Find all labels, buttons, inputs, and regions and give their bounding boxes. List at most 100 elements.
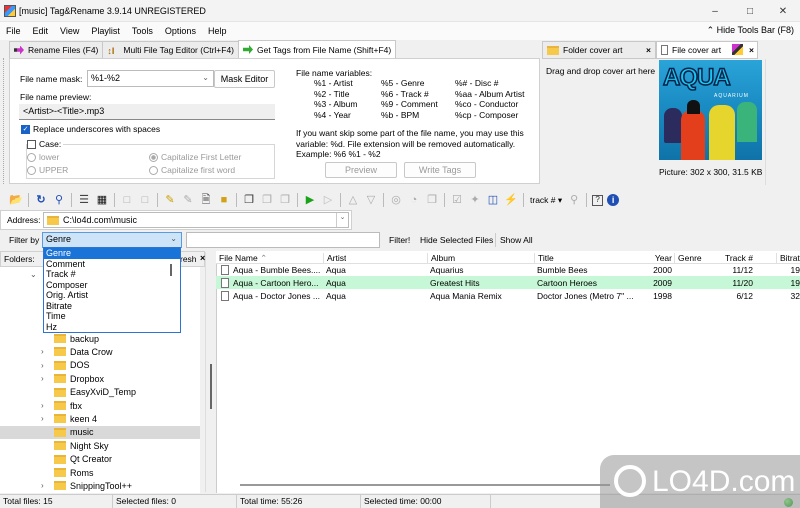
paste-icon[interactable]: ❐ bbox=[278, 193, 292, 207]
maximize-button[interactable]: □ bbox=[735, 0, 765, 22]
chevron-down-icon[interactable]: ⌄ bbox=[336, 213, 348, 227]
file-name-mask-select[interactable]: %1-%2 ⌄ bbox=[87, 70, 214, 87]
find-icon[interactable]: ⚲ bbox=[567, 193, 581, 207]
dropdown-option[interactable]: Composer bbox=[44, 280, 180, 291]
filter-button[interactable]: Filter! bbox=[389, 235, 410, 245]
checklist-icon[interactable]: ☑ bbox=[450, 193, 464, 207]
info-icon[interactable]: i bbox=[607, 194, 620, 206]
dropdown-option[interactable]: Genre bbox=[44, 248, 180, 259]
hide-tools-bar-button[interactable]: ⌃ Hide Tools Bar (F8) bbox=[707, 25, 794, 36]
copy-icon[interactable]: ❐ bbox=[242, 193, 256, 207]
folder-tree-item[interactable]: › DOS bbox=[41, 359, 90, 372]
image-edit-icon[interactable] bbox=[732, 44, 743, 55]
folder-up-icon[interactable]: □ bbox=[120, 193, 134, 207]
chevron-right-icon[interactable]: › bbox=[41, 347, 44, 356]
preview-button[interactable]: Preview bbox=[325, 162, 397, 178]
show-all-button[interactable]: Show All bbox=[500, 235, 533, 245]
menu-view[interactable]: View bbox=[54, 26, 85, 36]
folder-scrollbar[interactable] bbox=[205, 252, 215, 492]
auto-tag-icon[interactable]: ✦ bbox=[468, 193, 482, 207]
close-icon[interactable]: × bbox=[646, 45, 651, 55]
menu-tools[interactable]: Tools bbox=[126, 26, 159, 36]
tab-rename-files[interactable]: Rename Files (F4) bbox=[9, 41, 104, 58]
folder-tree-item[interactable]: › fbx bbox=[41, 399, 82, 412]
open-folder-icon[interactable]: 📂 bbox=[9, 193, 23, 207]
file-row[interactable]: Aqua - Doctor Jones ... Aqua Aqua Mania Re… bbox=[216, 289, 800, 302]
refresh-icon[interactable]: ↻ bbox=[34, 193, 48, 207]
play-icon[interactable]: ▶ bbox=[303, 193, 317, 207]
minimize-button[interactable]: – bbox=[700, 0, 730, 22]
dropdown-scrollbar[interactable] bbox=[170, 264, 172, 276]
horizontal-scrollbar[interactable] bbox=[240, 484, 610, 486]
folder-tree-item[interactable]: backup bbox=[54, 332, 99, 345]
case-checkbox[interactable]: Case: bbox=[27, 139, 64, 150]
column-header-track[interactable]: Track # bbox=[723, 253, 753, 263]
folder-tree-item[interactable]: Night Sky bbox=[54, 439, 109, 452]
move-up-icon[interactable]: △ bbox=[346, 193, 360, 207]
tab-multi-file-tag-editor[interactable]: ↕I Multi File Tag Editor (Ctrl+F4) bbox=[102, 41, 239, 58]
window-tile-icon[interactable]: ◫ bbox=[486, 193, 500, 207]
tree-view-icon[interactable]: ☰ bbox=[77, 193, 91, 207]
case-capitalize-first-letter-radio[interactable]: Capitalize First Letter bbox=[149, 152, 241, 163]
filter-by-select[interactable]: Genre ⌄ bbox=[42, 232, 182, 248]
folder-tree-item[interactable]: Qt Creator bbox=[54, 453, 112, 466]
search-icon[interactable]: ⚲ bbox=[52, 193, 66, 207]
dropdown-option[interactable]: Orig. Artist bbox=[44, 290, 180, 301]
hide-selected-files-button[interactable]: Hide Selected Files bbox=[420, 235, 493, 245]
dropdown-option[interactable]: Time bbox=[44, 311, 180, 322]
chevron-right-icon[interactable]: › bbox=[41, 361, 44, 370]
chevron-right-icon[interactable]: › bbox=[41, 374, 44, 383]
address-field[interactable]: C:\lo4d.com\music ⌄ bbox=[43, 212, 349, 228]
panel-grip[interactable] bbox=[3, 58, 5, 184]
folder-tree-item[interactable]: › Data Crow bbox=[41, 345, 113, 358]
lightning-icon[interactable]: ⚡ bbox=[504, 193, 518, 207]
file-row[interactable]: Aqua - Bumble Bees.... Aqua Aquarius Bumble… bbox=[216, 263, 800, 276]
menu-edit[interactable]: Edit bbox=[27, 26, 55, 36]
tab-get-tags-from-file-name[interactable]: Get Tags from File Name (Shift+F4) bbox=[238, 40, 397, 58]
scroll-thumb[interactable] bbox=[210, 364, 212, 409]
move-down-icon[interactable]: ▽ bbox=[364, 193, 378, 207]
chevron-down-icon[interactable]: ⌄ bbox=[30, 270, 37, 279]
tab-file-cover-art[interactable]: File cover art × bbox=[656, 41, 758, 59]
menu-file[interactable]: File bbox=[0, 26, 27, 36]
folder-tree-item[interactable]: music bbox=[0, 425, 200, 439]
chevron-right-icon[interactable]: › bbox=[41, 401, 44, 410]
edit-tag-icon[interactable]: ✎ bbox=[163, 193, 177, 207]
case-upper-radio[interactable]: UPPER bbox=[27, 165, 68, 176]
help-icon[interactable]: ? bbox=[592, 194, 604, 206]
chevron-right-icon[interactable]: › bbox=[41, 414, 44, 423]
play-next-icon[interactable]: ▷ bbox=[321, 193, 335, 207]
mask-editor-button[interactable]: Mask Editor bbox=[214, 70, 275, 88]
case-capitalize-first-word-radio[interactable]: Capitalize first word bbox=[149, 165, 235, 176]
case-lower-radio[interactable]: lower bbox=[27, 152, 59, 163]
menu-options[interactable]: Options bbox=[159, 26, 202, 36]
sort-dropdown[interactable]: track # ▾ bbox=[530, 195, 562, 206]
folder-tree-item[interactable]: › Dropbox bbox=[41, 372, 104, 385]
filter-input[interactable] bbox=[186, 232, 380, 248]
yellow-folder-icon[interactable]: ■ bbox=[217, 193, 231, 207]
dropdown-option[interactable]: Hz bbox=[44, 322, 180, 333]
folder-icon[interactable]: □ bbox=[138, 193, 152, 207]
edit-document-icon[interactable]: 🗎 bbox=[199, 193, 213, 207]
dropdown-option[interactable]: Comment bbox=[44, 259, 180, 270]
folder-tree-item[interactable]: › SnippingTool++ bbox=[41, 479, 132, 492]
folder-tree-item[interactable]: EasyXviD_Temp bbox=[54, 386, 136, 399]
file-row[interactable]: Aqua - Cartoon Hero... Aqua Greatest Hits C… bbox=[216, 276, 800, 289]
dropdown-option[interactable]: Bitrate bbox=[44, 301, 180, 312]
refresh-button[interactable]: resh bbox=[180, 254, 197, 264]
column-header-year[interactable]: Year bbox=[652, 253, 672, 263]
copy-disabled-icon[interactable]: ❐ bbox=[260, 193, 274, 207]
replace-underscores-checkbox[interactable]: ✓ Replace underscores with spaces bbox=[21, 124, 160, 135]
windows-icon[interactable]: ❐ bbox=[425, 193, 439, 207]
clear-tag-icon[interactable]: ✎ bbox=[181, 193, 195, 207]
columns-icon[interactable]: ▦ bbox=[95, 193, 109, 207]
folder-tree-item[interactable]: Roms bbox=[54, 466, 94, 479]
write-tags-button[interactable]: Write Tags bbox=[404, 162, 476, 178]
close-icon[interactable]: × bbox=[749, 45, 754, 55]
close-button[interactable]: ✕ bbox=[768, 0, 798, 22]
dropdown-option[interactable]: Track # bbox=[44, 269, 180, 280]
menu-help[interactable]: Help bbox=[202, 26, 233, 36]
cd-icon[interactable]: ◎ bbox=[389, 193, 403, 207]
tab-folder-cover-art[interactable]: Folder cover art × bbox=[542, 41, 656, 59]
chevron-right-icon[interactable]: › bbox=[41, 481, 44, 490]
